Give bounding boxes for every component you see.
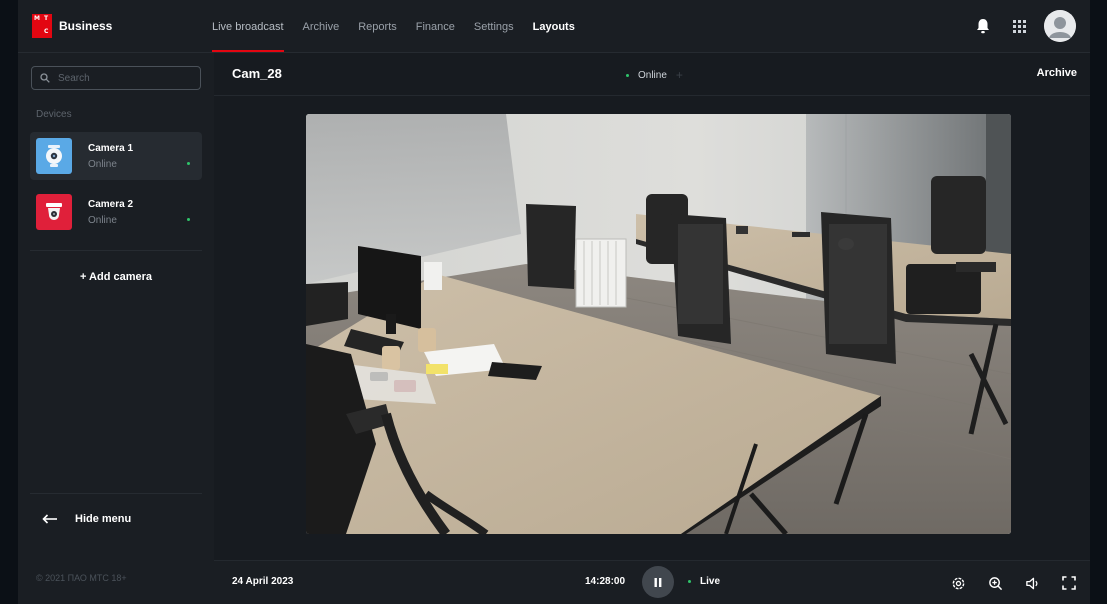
- camera-header: Cam_28 Online + Archive: [214, 53, 1090, 96]
- plus-icon[interactable]: +: [676, 68, 683, 82]
- arrow-left-icon: [42, 514, 57, 524]
- device-thumbnail: [36, 138, 72, 174]
- device-name: Camera 2: [88, 199, 134, 210]
- online-status-dot: [626, 73, 629, 77]
- nav-live-broadcast[interactable]: Live broadcast: [212, 0, 284, 52]
- mts-logo: М Т С: [32, 14, 52, 38]
- device-item-camera-1[interactable]: Camera 1 Online: [30, 132, 202, 180]
- nav-layouts[interactable]: Layouts: [533, 0, 575, 52]
- copyright-text: © 2021 ПАО МТС 18+: [36, 573, 127, 583]
- logo-letter: С: [44, 28, 49, 35]
- logo-letter: Т: [44, 15, 49, 22]
- hide-menu-button[interactable]: Hide menu: [42, 513, 131, 525]
- user-icon: [1044, 10, 1076, 42]
- add-camera-button[interactable]: + Add camera: [18, 271, 214, 283]
- ceiling-camera-icon: [46, 203, 62, 220]
- office-scene-image: [306, 114, 1011, 534]
- main-nav: Live broadcast Archive Reports Finance S…: [212, 0, 594, 52]
- brand[interactable]: М Т С Business: [32, 14, 112, 38]
- pause-icon: [654, 577, 662, 587]
- devices-section-label: Devices: [36, 109, 72, 120]
- nav-settings[interactable]: Settings: [474, 0, 514, 52]
- divider: [30, 250, 202, 251]
- dome-camera-icon: [46, 145, 62, 167]
- search-icon: [40, 73, 50, 83]
- playback-date: 24 April 2023: [232, 576, 294, 587]
- device-name: Camera 1: [88, 143, 134, 154]
- nav-reports[interactable]: Reports: [358, 0, 397, 52]
- live-indicator[interactable]: Live: [688, 576, 720, 587]
- sidebar: Devices Camera 1 Online: [18, 53, 214, 604]
- hide-menu-label: Hide menu: [75, 513, 132, 525]
- online-status-dot: [187, 162, 190, 165]
- player-controls: 24 April 2023 14:28:00 Live: [214, 560, 1090, 604]
- online-status-dot: [187, 218, 190, 221]
- search-input[interactable]: [56, 71, 200, 85]
- device-thumbnail: [36, 194, 72, 230]
- top-actions: [958, 10, 1076, 42]
- device-item-camera-2[interactable]: Camera 2 Online: [30, 188, 202, 236]
- settings-icon[interactable]: [947, 572, 969, 594]
- volume-icon[interactable]: [1021, 572, 1043, 594]
- archive-link[interactable]: Archive: [1037, 67, 1077, 79]
- search-box[interactable]: [31, 66, 201, 90]
- nav-archive[interactable]: Archive: [303, 0, 340, 52]
- bell-icon[interactable]: [972, 15, 994, 37]
- divider: [30, 493, 202, 494]
- pause-button[interactable]: [642, 566, 674, 598]
- device-status: Online: [88, 159, 117, 170]
- device-status: Online: [88, 215, 117, 226]
- camera-video-feed[interactable]: [306, 114, 1011, 534]
- player-tools: [932, 572, 1080, 594]
- playback-time: 14:28:00: [585, 576, 626, 587]
- live-label: Live: [700, 576, 721, 587]
- apps-grid-icon[interactable]: [1008, 15, 1030, 37]
- logo-letter: М: [34, 15, 40, 22]
- brand-name: Business: [59, 19, 113, 33]
- status-label: Online: [638, 69, 667, 81]
- fullscreen-icon[interactable]: [1058, 572, 1080, 594]
- zoom-in-icon[interactable]: [984, 572, 1006, 594]
- live-status-dot: [688, 580, 691, 583]
- main-content: Cam_28 Online + Archive 24 April 2023 14…: [214, 53, 1090, 604]
- user-avatar[interactable]: [1044, 10, 1076, 42]
- camera-title: Cam_28: [232, 66, 282, 81]
- top-navigation-bar: М Т С Business Live broadcast Archive Re…: [18, 0, 1090, 53]
- camera-online-status: Online +: [626, 68, 683, 82]
- nav-finance[interactable]: Finance: [416, 0, 455, 52]
- app-window: М Т С Business Live broadcast Archive Re…: [18, 0, 1090, 604]
